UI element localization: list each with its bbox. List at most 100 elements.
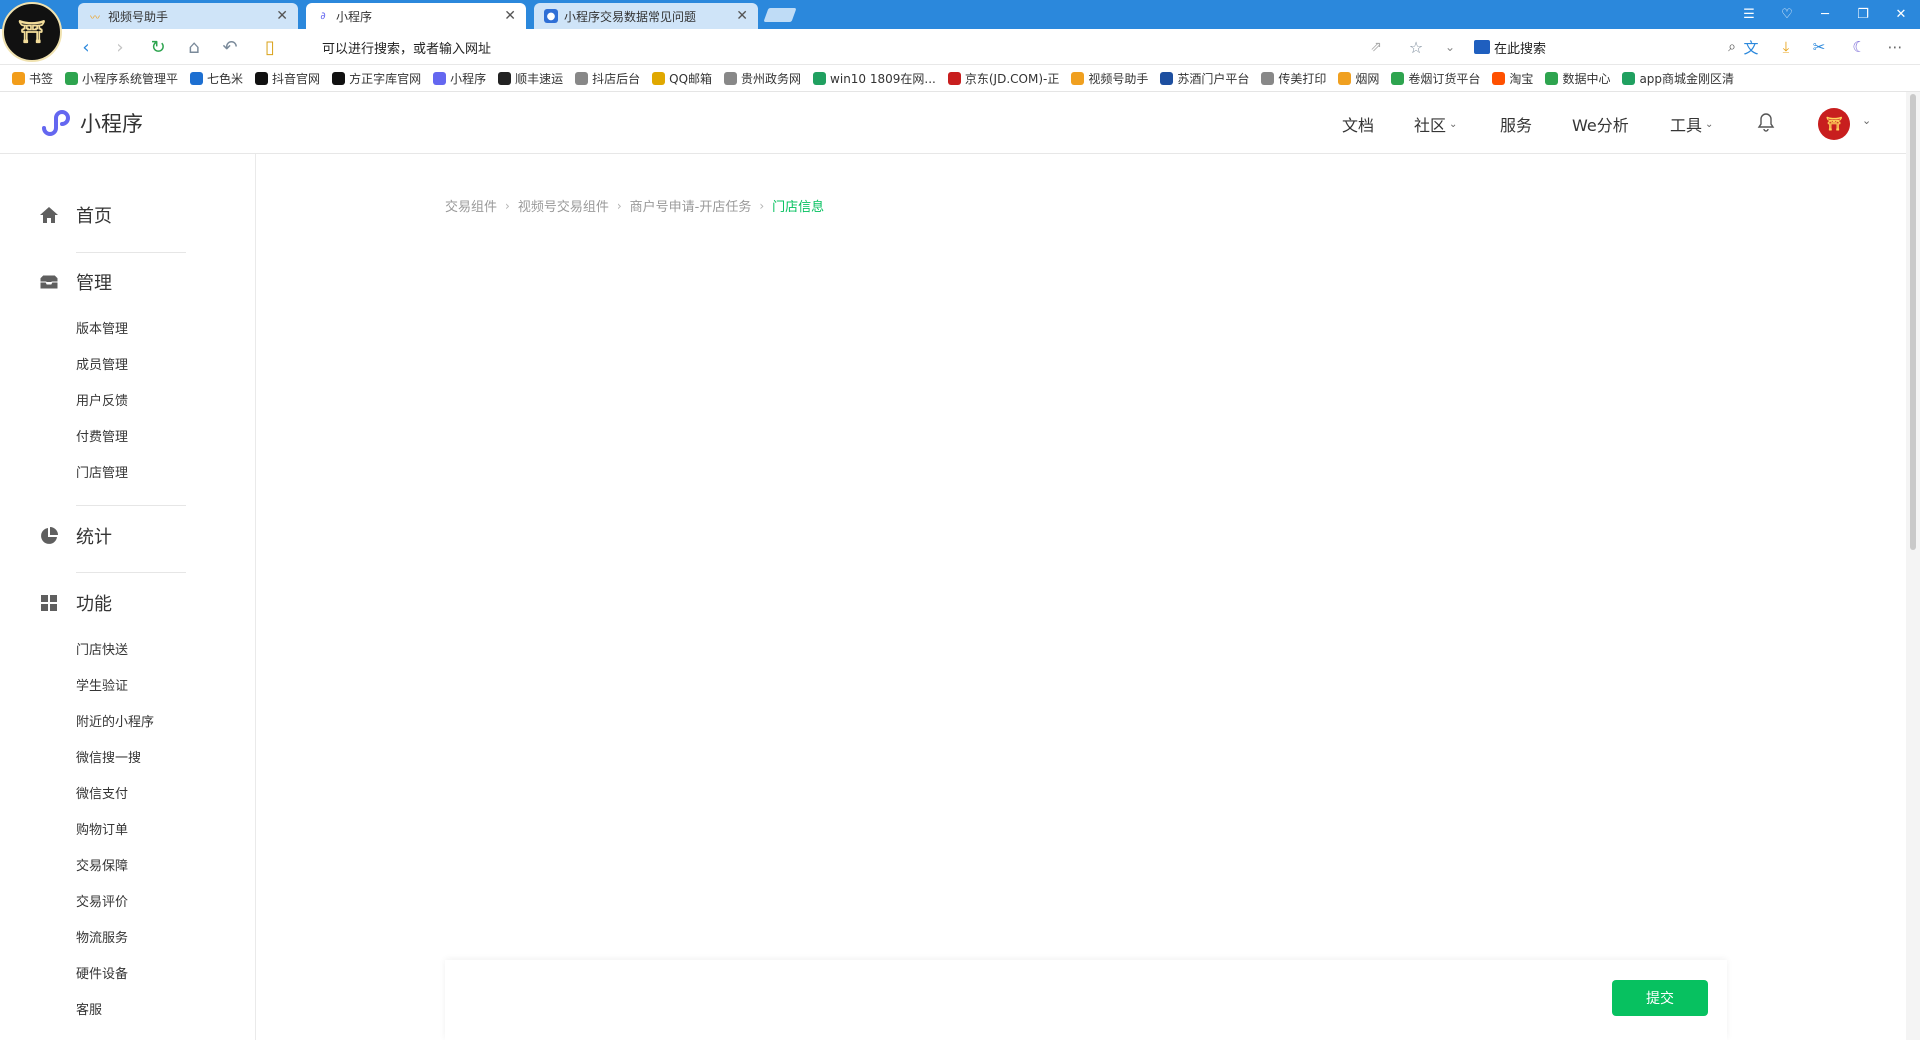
sidebar-subitem[interactable]: 学生验证 — [76, 675, 128, 694]
forward-icon[interactable]: › — [108, 35, 132, 59]
sidebar-subitem[interactable]: 客服 — [76, 999, 102, 1018]
bell-icon[interactable] — [1756, 112, 1776, 132]
sidebar: 首页 管理 版本管理成员管理用户反馈付费管理门店管理 统计 功能 门店快送学生验… — [0, 154, 256, 1040]
bookmark-label: 卷烟订货平台 — [1408, 71, 1481, 86]
chevron-right-icon: › — [616, 198, 622, 213]
bookmark-label: QQ邮箱 — [669, 71, 713, 86]
sidebar-item-features[interactable]: 功能 — [38, 590, 112, 616]
more-icon[interactable]: ⋯ — [1884, 36, 1906, 58]
bookmark-item[interactable]: 贵州政务网 — [724, 70, 801, 87]
bookmark-item[interactable]: 数据中心 — [1545, 70, 1610, 87]
night-mode-icon[interactable]: ☾ — [1848, 36, 1870, 58]
home-icon[interactable]: ⌂ — [182, 35, 206, 59]
close-icon[interactable]: ✕ — [276, 8, 288, 24]
minimize-icon[interactable]: ─ — [1806, 0, 1844, 29]
download-icon[interactable]: ⤓ — [1775, 36, 1797, 58]
nav-docs[interactable]: 文档 — [1342, 112, 1374, 136]
sidebar-subitem[interactable]: 版本管理 — [76, 318, 128, 337]
close-icon[interactable]: ✕ — [504, 8, 516, 24]
nav-community[interactable]: 社区 ⌄ — [1414, 112, 1457, 136]
bookmark-item[interactable]: 抖音官网 — [255, 70, 320, 87]
tab-miniprogram[interactable]: ∂ 小程序 ✕ — [306, 3, 526, 29]
bookmark-item[interactable]: win10 1809在网... — [813, 70, 936, 87]
sidebar-subitem[interactable]: 门店管理 — [76, 462, 128, 481]
refresh-icon[interactable]: ↻ — [146, 35, 170, 59]
browser-profile-avatar[interactable]: ⛩ — [2, 2, 62, 62]
bookmark-item[interactable]: 方正字库官网 — [332, 70, 421, 87]
bookmark-item[interactable]: 顺丰速运 — [498, 70, 563, 87]
sidebar-subitem[interactable]: 成员管理 — [76, 354, 128, 373]
bookmark-item[interactable]: 小程序 — [433, 70, 486, 87]
bookmark-item[interactable]: 京东(JD.COM)-正 — [947, 70, 1059, 87]
new-tab-button[interactable] — [763, 8, 797, 22]
page-scrollbar[interactable] — [1906, 92, 1920, 1040]
nav-service[interactable]: 服务 — [1500, 112, 1532, 136]
bookmark-item[interactable]: 小程序系统管理平 — [65, 70, 178, 87]
bookmark-label: 烟网 — [1355, 71, 1380, 86]
sidebar-subitem[interactable]: 付费管理 — [76, 426, 128, 445]
submit-button[interactable]: 提交 — [1612, 980, 1708, 1016]
search-box[interactable]: 在此搜索 ⌕ — [1474, 35, 1736, 59]
bookmark-item[interactable]: 烟网 — [1338, 70, 1379, 87]
bookmark-item[interactable]: 苏酒门户平台 — [1160, 70, 1249, 87]
close-window-icon[interactable]: ✕ — [1882, 0, 1920, 29]
breadcrumb-link[interactable]: 交易组件 — [445, 196, 497, 215]
search-icon[interactable]: ⌕ — [1728, 39, 1736, 55]
sidebar-item-home[interactable]: 首页 — [38, 202, 112, 228]
bookmark-item[interactable]: 卷烟订货平台 — [1391, 70, 1480, 87]
sidebar-item-manage[interactable]: 管理 — [38, 269, 112, 295]
share-icon[interactable]: ⇗ — [1364, 35, 1388, 59]
sidebar-item-stats[interactable]: 统计 — [38, 523, 112, 549]
user-avatar[interactable]: ⛩ — [1818, 108, 1850, 140]
reader-icon[interactable]: ▯ — [258, 35, 282, 59]
url-input[interactable]: 可以进行搜索，或者输入网址 — [322, 38, 491, 57]
nav-we-analysis[interactable]: We分析 — [1572, 112, 1629, 136]
breadcrumb: 交易组件 › 视频号交易组件 › 商户号申请-开店任务 › 门店信息 — [445, 196, 824, 216]
scrollbar-thumb[interactable] — [1910, 94, 1916, 550]
bookmark-item[interactable]: 书签 — [12, 70, 53, 87]
close-icon[interactable]: ✕ — [736, 8, 748, 24]
bookmark-item[interactable]: 传美打印 — [1261, 70, 1326, 87]
sidebar-subitem[interactable]: 微信支付 — [76, 783, 128, 802]
breadcrumb-link[interactable]: 视频号交易组件 — [518, 196, 609, 215]
scissors-icon[interactable]: ✂ — [1808, 36, 1830, 58]
star-icon[interactable]: ☆ — [1404, 35, 1428, 59]
tab-title: 小程序 — [336, 9, 373, 24]
brand[interactable]: 小程序 — [38, 108, 143, 138]
sidebar-subitem[interactable]: 用户反馈 — [76, 390, 128, 409]
inbox-icon — [38, 271, 60, 293]
bookmark-item[interactable]: QQ邮箱 — [652, 70, 712, 87]
tab-trade-faq[interactable]: ● 小程序交易数据常见问题 ✕ — [534, 3, 758, 29]
skin-icon[interactable]: ♡ — [1768, 0, 1806, 29]
sidebar-subitem[interactable]: 交易保障 — [76, 855, 128, 874]
chevron-down-icon[interactable]: ⌄ — [1438, 35, 1462, 59]
back-icon[interactable]: ‹ — [74, 35, 98, 59]
sidebar-subitem[interactable]: 物流服务 — [76, 927, 128, 946]
divider — [76, 252, 186, 253]
sidebar-subitem[interactable]: 门店快送 — [76, 639, 128, 658]
bookmark-item[interactable]: 七色米 — [190, 70, 243, 87]
breadcrumb-link[interactable]: 商户号申请-开店任务 — [630, 196, 752, 215]
bookmark-item[interactable]: 视频号助手 — [1071, 70, 1148, 87]
sidebar-subitem[interactable]: 购物订单 — [76, 819, 128, 838]
menu-icon[interactable]: ☰ — [1730, 0, 1768, 29]
bookmark-favicon-icon — [1338, 71, 1352, 85]
sidebar-subitem[interactable]: 硬件设备 — [76, 963, 128, 982]
sidebar-subitem[interactable]: 交易评价 — [76, 891, 128, 910]
bookmark-favicon-icon — [1160, 71, 1174, 85]
bookmark-item[interactable]: 抖店后台 — [575, 70, 640, 87]
nav-service-label: 服务 — [1500, 116, 1533, 135]
restore-icon[interactable]: ❐ — [1844, 0, 1882, 29]
bookmark-item[interactable]: 淘宝 — [1492, 70, 1533, 87]
bookmark-item[interactable]: app商城金刚区清 — [1622, 70, 1734, 87]
bookmark-favicon-icon — [724, 71, 738, 85]
chevron-down-icon[interactable]: ⌄ — [1862, 114, 1871, 127]
sidebar-subitem[interactable]: 附近的小程序 — [76, 711, 154, 730]
tab-video-assistant[interactable]: 〰 视频号助手 ✕ — [78, 3, 298, 29]
chevron-right-icon: › — [759, 198, 765, 213]
translate-icon[interactable]: 文 — [1740, 36, 1762, 58]
undo-icon[interactable]: ↶ — [218, 35, 242, 59]
sidebar-subitem[interactable]: 微信搜一搜 — [76, 747, 141, 766]
nav-tools[interactable]: 工具 ⌄ — [1670, 112, 1713, 136]
browser-titlebar: 〰 视频号助手 ✕ ∂ 小程序 ✕ ● 小程序交易数据常见问题 ✕ ☰ ♡ ─ … — [0, 0, 1920, 29]
